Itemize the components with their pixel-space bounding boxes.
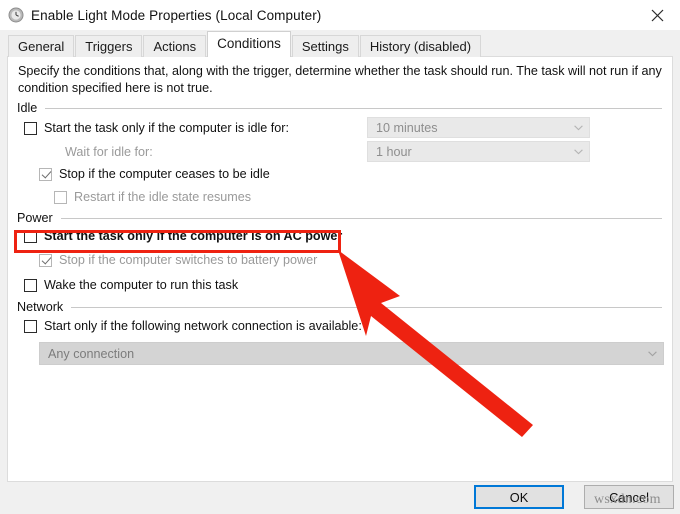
group-label-power: Power — [17, 211, 53, 225]
label-wait-for-idle: Wait for idle for: — [65, 145, 153, 159]
checkbox-stop-if-ceases-idle[interactable] — [39, 168, 52, 181]
window-title: Enable Light Mode Properties (Local Comp… — [31, 8, 321, 23]
group-rule-network — [71, 307, 662, 308]
combo-network-connection[interactable]: Any connection — [39, 342, 664, 365]
checkbox-start-if-idle[interactable] — [24, 122, 37, 135]
close-button[interactable] — [635, 0, 680, 30]
chevron-down-icon — [567, 125, 589, 131]
title-bar: Enable Light Mode Properties (Local Comp… — [0, 0, 680, 30]
panel-description: Specify the conditions that, along with … — [18, 63, 663, 96]
checkbox-battery-power[interactable] — [39, 254, 52, 267]
label-wake-computer: Wake the computer to run this task — [44, 278, 238, 292]
site-watermark: wsxdn.com — [594, 492, 661, 508]
tab-conditions[interactable]: Conditions — [207, 31, 291, 57]
chevron-down-icon — [567, 149, 589, 155]
label-restart-if-idle-resumes: Restart if the idle state resumes — [74, 190, 251, 204]
tab-strip: General Triggers Actions Conditions Sett… — [0, 30, 680, 56]
checkbox-wake-computer[interactable] — [24, 279, 37, 292]
checkbox-row-battery-power[interactable]: Stop if the computer switches to battery… — [39, 253, 317, 267]
tab-history[interactable]: History (disabled) — [360, 35, 481, 57]
checkbox-row-stop-if-ceases-idle[interactable]: Stop if the computer ceases to be idle — [39, 167, 270, 181]
checkbox-row-wake-computer[interactable]: Wake the computer to run this task — [24, 278, 238, 292]
checkbox-row-ac-power[interactable]: Start the task only if the computer is o… — [24, 229, 342, 243]
group-header-power: Power — [17, 211, 662, 225]
checkbox-ac-power[interactable] — [24, 230, 37, 243]
group-label-network: Network — [17, 300, 63, 314]
checkbox-network-connection[interactable] — [24, 320, 37, 333]
checkbox-row-start-if-idle[interactable]: Start the task only if the computer is i… — [24, 121, 289, 135]
close-icon — [651, 9, 664, 22]
label-battery-power: Stop if the computer switches to battery… — [59, 253, 317, 267]
label-stop-if-ceases-idle: Stop if the computer ceases to be idle — [59, 167, 270, 181]
combo-wait-for-idle[interactable]: 1 hour — [367, 141, 590, 162]
tab-triggers[interactable]: Triggers — [75, 35, 142, 57]
checkbox-restart-if-idle-resumes[interactable] — [54, 191, 67, 204]
combo-idle-duration[interactable]: 10 minutes — [367, 117, 590, 138]
label-start-if-idle: Start the task only if the computer is i… — [44, 121, 289, 135]
group-header-network: Network — [17, 300, 662, 314]
task-properties-window: Enable Light Mode Properties (Local Comp… — [0, 0, 680, 514]
group-header-idle: Idle — [17, 101, 662, 115]
label-ac-power: Start the task only if the computer is o… — [44, 229, 342, 243]
group-rule-power — [61, 218, 662, 219]
combo-network-connection-value: Any connection — [40, 347, 641, 361]
checkbox-row-restart-if-idle-resumes[interactable]: Restart if the idle state resumes — [54, 190, 251, 204]
label-network-connection: Start only if the following network conn… — [44, 319, 362, 333]
checkbox-row-network-connection[interactable]: Start only if the following network conn… — [24, 319, 362, 333]
group-label-idle: Idle — [17, 101, 37, 115]
tab-actions[interactable]: Actions — [143, 35, 206, 57]
dialog-footer: OK Cancel — [0, 482, 680, 514]
tab-settings[interactable]: Settings — [292, 35, 359, 57]
clock-task-icon — [8, 7, 24, 23]
combo-idle-duration-value: 10 minutes — [368, 121, 567, 135]
tab-general[interactable]: General — [8, 35, 74, 57]
group-rule-idle — [45, 108, 662, 109]
conditions-panel: Specify the conditions that, along with … — [7, 56, 673, 482]
combo-wait-for-idle-value: 1 hour — [368, 145, 567, 159]
ok-button[interactable]: OK — [474, 485, 564, 509]
chevron-down-icon — [641, 351, 663, 357]
